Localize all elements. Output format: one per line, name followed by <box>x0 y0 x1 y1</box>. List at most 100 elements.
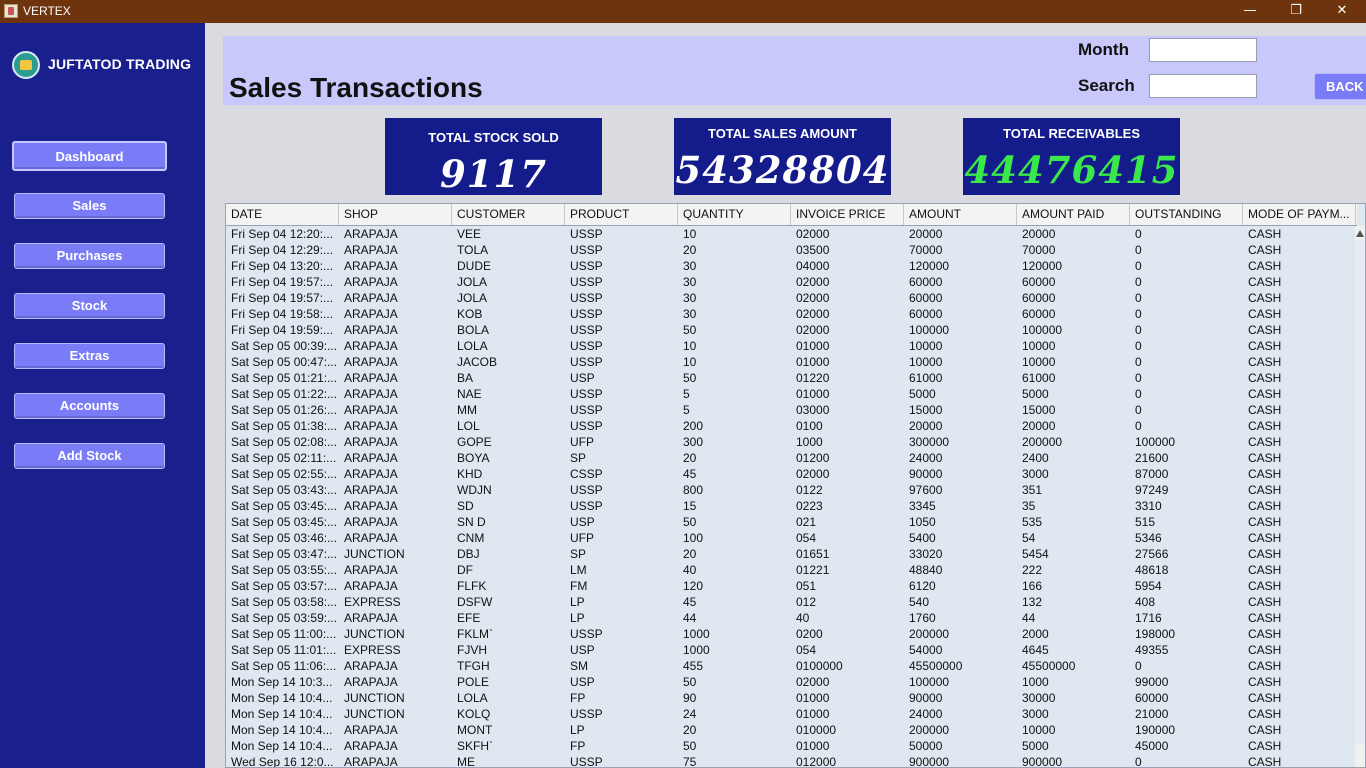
table-cell: 87000 <box>1135 467 1169 481</box>
table-cell: CASH <box>1248 403 1282 417</box>
table-cell: 100 <box>683 531 704 545</box>
table-row[interactable]: Sat Sep 05 02:11:... ARAPAJA BOYA SP 20 01200… <box>226 450 1357 466</box>
table-row[interactable]: Sat Sep 05 02:55:... ARAPAJA KHD CSSP 45 0200… <box>226 466 1357 482</box>
table-cell: 540 <box>909 595 930 609</box>
column-header[interactable]: AMOUNT PAID <box>1017 204 1130 225</box>
table-cell: SD <box>457 499 474 513</box>
table-cell: CASH <box>1248 291 1282 305</box>
month-input[interactable] <box>1149 38 1257 62</box>
column-header[interactable]: CUSTOMER <box>452 204 565 225</box>
table-row[interactable]: Sat Sep 05 03:57:... ARAPAJA FLFK FM 120 051 6… <box>226 578 1357 594</box>
table-cell: JOLA <box>457 275 488 289</box>
table-row[interactable]: Sat Sep 05 00:39:... ARAPAJA LOLA USSP 10 010… <box>226 338 1357 354</box>
table-row[interactable]: Sat Sep 05 11:01:... EXPRESS FJVH USP 1000 05… <box>226 642 1357 658</box>
table-cell: 30 <box>683 259 697 273</box>
table-row[interactable]: Mon Sep 14 10:4... JUNCTION KOLQ USSP 24 0100… <box>226 706 1357 722</box>
table-row[interactable]: Sat Sep 05 02:08:... ARAPAJA GOPE UFP 300 100… <box>226 434 1357 450</box>
column-header[interactable]: PRODUCT <box>565 204 678 225</box>
table-cell: 1050 <box>909 515 936 529</box>
table-cell: Sat Sep 05 03:55:... <box>231 563 338 577</box>
table-cell: 60000 <box>909 291 943 305</box>
restore-icon[interactable]: ❐ <box>1273 0 1319 23</box>
column-header[interactable]: SHOP <box>339 204 452 225</box>
nav-extras-button[interactable]: Extras <box>14 343 165 369</box>
table-row[interactable]: Sat Sep 05 03:58:... EXPRESS DSFW LP 45 012 54… <box>226 594 1357 610</box>
table-row[interactable]: Sat Sep 05 03:47:... JUNCTION DBJ SP 20 01651… <box>226 546 1357 562</box>
table-row[interactable]: Sat Sep 05 03:43:... ARAPAJA WDJN USSP 800 01… <box>226 482 1357 498</box>
column-header[interactable]: AMOUNT <box>904 204 1017 225</box>
table-row[interactable]: Wed Sep 16 12:0... ARAPAJA ME USSP 75 012000 9… <box>226 754 1357 767</box>
column-header[interactable]: MODE OF PAYM... <box>1243 204 1356 225</box>
table-cell: CASH <box>1248 563 1282 577</box>
back-button[interactable]: BACK <box>1314 73 1366 100</box>
table-cell: Sat Sep 05 01:22:... <box>231 387 338 401</box>
table-cell: CASH <box>1248 323 1282 337</box>
nav-dashboard-button[interactable]: Dashboard <box>12 141 167 171</box>
table-row[interactable]: Fri Sep 04 13:20:... ARAPAJA DUDE USSP 30 040… <box>226 258 1357 274</box>
nav-purchases-button[interactable]: Purchases <box>14 243 165 269</box>
table-cell: CASH <box>1248 739 1282 753</box>
table-row[interactable]: Sat Sep 05 03:45:... ARAPAJA SN D USP 50 021 1… <box>226 514 1357 530</box>
table-cell: ARAPAJA <box>344 723 398 737</box>
table-cell: POLE <box>457 675 490 689</box>
table-header: DATE SHOP CUSTOMER PRODUCT QUANTITY INVOICE P… <box>226 204 1357 226</box>
table-row[interactable]: Sat Sep 05 01:21:... ARAPAJA BA USP 50 01220 6… <box>226 370 1357 386</box>
table-row[interactable]: Mon Sep 14 10:4... ARAPAJA MONT LP 20 010000 2… <box>226 722 1357 738</box>
table-cell: 20 <box>683 451 697 465</box>
table-cell: ARAPAJA <box>344 467 398 481</box>
close-icon[interactable]: ✕ <box>1319 0 1365 23</box>
table-row[interactable]: Sat Sep 05 03:59:... ARAPAJA EFE LP 44 40 1760… <box>226 610 1357 626</box>
table-row[interactable]: Sat Sep 05 01:22:... ARAPAJA NAE USSP 5 01000… <box>226 386 1357 402</box>
table-row[interactable]: Fri Sep 04 19:58:... ARAPAJA KOB USSP 30 0200… <box>226 306 1357 322</box>
scroll-thumb[interactable] <box>1355 240 1365 744</box>
table-row[interactable]: Fri Sep 04 19:57:... ARAPAJA JOLA USSP 30 020… <box>226 290 1357 306</box>
table-cell: CASH <box>1248 483 1282 497</box>
table-row[interactable]: Mon Sep 14 10:4... JUNCTION LOLA FP 90 01000 9… <box>226 690 1357 706</box>
table-row[interactable]: Sat Sep 05 11:06:... ARAPAJA TFGH SM 455 0100… <box>226 658 1357 674</box>
scroll-up-arrow-icon[interactable] <box>1356 230 1364 237</box>
table-cell: 20 <box>683 723 697 737</box>
nav-add-stock-button[interactable]: Add Stock <box>14 443 165 469</box>
table-cell: CASH <box>1248 435 1282 449</box>
table-row[interactable]: Sat Sep 05 03:46:... ARAPAJA CNM UFP 100 054 5… <box>226 530 1357 546</box>
table-cell: CASH <box>1248 515 1282 529</box>
table-row[interactable]: Fri Sep 04 19:57:... ARAPAJA JOLA USSP 30 020… <box>226 274 1357 290</box>
table-cell: 351 <box>1022 483 1043 497</box>
sidebar: JUFTATOD TRADING Dashboard Sales Purchas… <box>0 23 205 768</box>
table-cell: 61000 <box>1022 371 1056 385</box>
table-row[interactable]: Fri Sep 04 12:20:... ARAPAJA VEE USSP 10 0200… <box>226 226 1357 242</box>
nav-stock-button[interactable]: Stock <box>14 293 165 319</box>
table-cell: Mon Sep 14 10:4... <box>231 739 333 753</box>
table-cell: CASH <box>1248 307 1282 321</box>
table-row[interactable]: Fri Sep 04 19:59:... ARAPAJA BOLA USSP 50 020… <box>226 322 1357 338</box>
minimize-icon[interactable]: — <box>1227 0 1273 23</box>
column-header[interactable]: OUTSTANDING <box>1130 204 1243 225</box>
table-row[interactable]: Mon Sep 14 10:3... ARAPAJA POLE USP 50 02000 1… <box>226 674 1357 690</box>
table-row[interactable]: Mon Sep 14 10:4... ARAPAJA SKFH` FP 50 01000 5… <box>226 738 1357 754</box>
table-cell: 0200 <box>796 627 823 641</box>
nav-sales-button[interactable]: Sales <box>14 193 165 219</box>
table-cell: LOLA <box>457 691 488 705</box>
column-header[interactable]: DATE <box>226 204 339 225</box>
table-cell: KHD <box>457 467 483 481</box>
table-cell: 02000 <box>796 307 830 321</box>
table-cell: 20000 <box>909 419 943 433</box>
vertical-scrollbar[interactable] <box>1355 226 1365 767</box>
column-header[interactable]: QUANTITY <box>678 204 791 225</box>
table-row[interactable]: Sat Sep 05 11:00:... JUNCTION FKLM` USSP 100… <box>226 626 1357 642</box>
nav-accounts-button[interactable]: Accounts <box>14 393 165 419</box>
search-input[interactable] <box>1149 74 1257 98</box>
table-cell: USSP <box>570 291 603 305</box>
table-cell: 0 <box>1135 387 1142 401</box>
column-header[interactable]: INVOICE PRICE <box>791 204 904 225</box>
table-row[interactable]: Sat Sep 05 03:45:... ARAPAJA SD USSP 15 0223 3… <box>226 498 1357 514</box>
table-cell: Sat Sep 05 01:26:... <box>231 403 338 417</box>
table-row[interactable]: Fri Sep 04 12:29:... ARAPAJA TOLA USSP 20 035… <box>226 242 1357 258</box>
table-cell: 90 <box>683 691 697 705</box>
table-row[interactable]: Sat Sep 05 00:47:... ARAPAJA JACOB USSP 10 01… <box>226 354 1357 370</box>
table-cell: 45000 <box>1135 739 1169 753</box>
table-row[interactable]: Sat Sep 05 03:55:... ARAPAJA DF LM 40 01221 48… <box>226 562 1357 578</box>
table-row[interactable]: Sat Sep 05 01:38:... ARAPAJA LOL USSP 200 010… <box>226 418 1357 434</box>
total-sales-amount-value: 54328804 <box>675 148 890 192</box>
table-row[interactable]: Sat Sep 05 01:26:... ARAPAJA MM USSP 5 03000 1… <box>226 402 1357 418</box>
